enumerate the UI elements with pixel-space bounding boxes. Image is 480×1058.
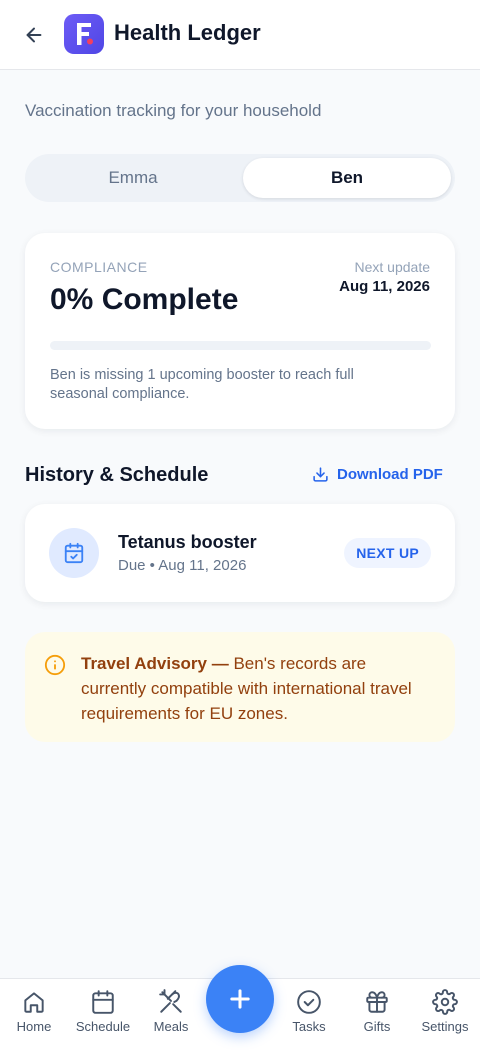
- gift-icon: [366, 991, 388, 1013]
- tab-emma[interactable]: Emma: [29, 158, 237, 198]
- compliance-value: 0% Complete: [50, 283, 239, 316]
- travel-advisory: Travel Advisory — Ben's records are curr…: [25, 632, 455, 742]
- check-circle-icon: [297, 990, 321, 1014]
- nav-home-label: Home: [16, 1019, 52, 1034]
- calendar-check-icon-wrap: [49, 528, 99, 578]
- app-header: Health Ledger: [0, 0, 480, 70]
- schedule-item[interactable]: Tetanus booster Due • Aug 11, 2026 NEXT …: [25, 504, 455, 602]
- next-update-date: Aug 11, 2026: [339, 278, 430, 295]
- back-button[interactable]: [20, 21, 48, 49]
- compliance-progress-bar: [50, 341, 431, 350]
- nav-schedule[interactable]: Schedule: [68, 989, 138, 1034]
- logo-icon: [77, 23, 93, 45]
- nav-gifts[interactable]: Gifts: [342, 989, 412, 1034]
- compliance-label: COMPLIANCE: [50, 259, 148, 275]
- section-title: History & Schedule: [25, 464, 209, 486]
- tab-ben[interactable]: Ben: [243, 158, 451, 198]
- next-update-label: Next update: [354, 259, 431, 275]
- compliance-message: Ben is missing 1 upcoming booster to rea…: [50, 367, 354, 402]
- gear-icon: [432, 989, 458, 1015]
- home-icon: [24, 992, 44, 1013]
- compliance-card: COMPLIANCE 0% Complete Next update Aug 1…: [25, 233, 455, 429]
- member-tabs: Emma Ben: [25, 154, 455, 202]
- download-pdf-label: Download PDF: [337, 466, 443, 483]
- download-pdf-button[interactable]: Download PDF: [312, 466, 443, 483]
- arrow-left-icon: [26, 27, 42, 43]
- nav-schedule-label: Schedule: [75, 1019, 131, 1034]
- advisory-title: Travel Advisory —: [81, 654, 229, 673]
- download-icon: [313, 467, 328, 482]
- nav-tasks-label: Tasks: [292, 1019, 326, 1034]
- info-icon: [44, 654, 66, 676]
- plus-icon: [230, 989, 250, 1009]
- nav-home[interactable]: Home: [0, 989, 69, 1034]
- nav-gifts-label: Gifts: [363, 1019, 391, 1034]
- app-title: Health Ledger: [114, 20, 261, 45]
- app-logo: [64, 14, 104, 54]
- nav-tasks[interactable]: Tasks: [274, 989, 344, 1034]
- status-badge: NEXT UP: [344, 538, 431, 568]
- utensils-icon: [159, 989, 182, 1013]
- nav-settings[interactable]: Settings: [410, 989, 480, 1034]
- nav-meals-label: Meals: [153, 1019, 189, 1034]
- page-subtitle: Vaccination tracking for your household: [25, 101, 322, 120]
- schedule-item-title: Tetanus booster: [118, 532, 257, 552]
- calendar-icon: [92, 990, 114, 1014]
- nav-meals[interactable]: Meals: [136, 989, 206, 1034]
- nav-settings-label: Settings: [421, 1019, 469, 1034]
- calendar-check-icon: [64, 542, 84, 564]
- add-button[interactable]: [206, 965, 274, 1033]
- advisory-text: Travel Advisory — Ben's records are curr…: [81, 651, 421, 726]
- schedule-item-due: Due • Aug 11, 2026: [118, 557, 247, 574]
